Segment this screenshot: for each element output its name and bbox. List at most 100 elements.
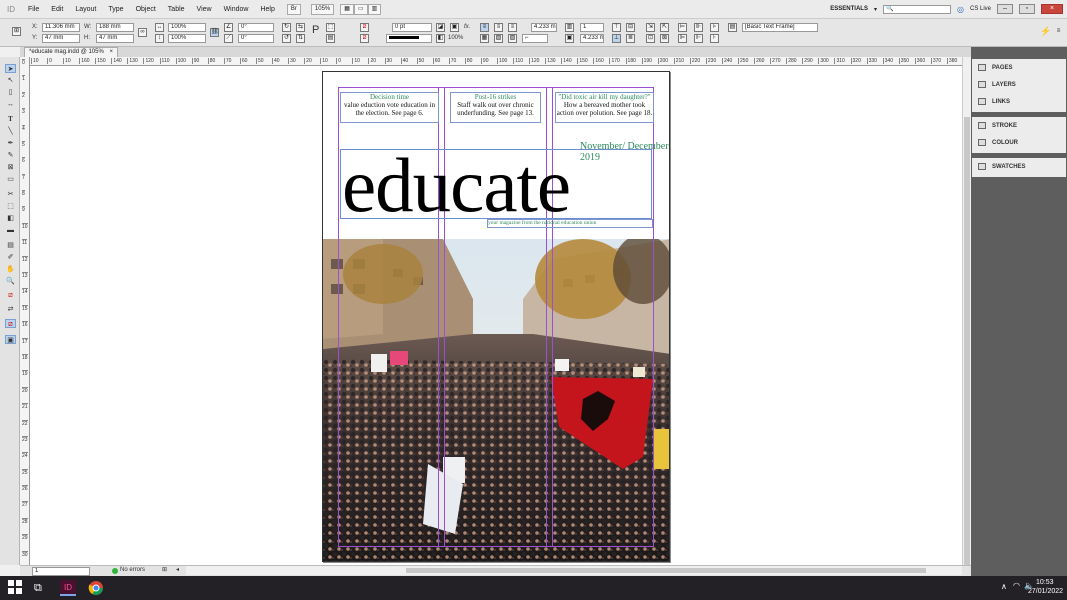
- opacity-field[interactable]: 100%: [448, 34, 463, 43]
- maximize-button[interactable]: ▫: [1019, 4, 1035, 14]
- task-view-icon[interactable]: ⧉: [34, 580, 50, 596]
- cs-live-label[interactable]: CS Live: [970, 6, 991, 12]
- h-field[interactable]: 47 mm: [96, 34, 134, 43]
- inset-field[interactable]: 4.233 m: [580, 34, 604, 43]
- rectangle-tool-icon[interactable]: ▭: [5, 175, 16, 184]
- columns-field[interactable]: 1: [580, 23, 604, 32]
- page-number-field[interactable]: 1: [32, 567, 90, 576]
- free-transform-tool-icon[interactable]: ⬚: [5, 202, 16, 211]
- align-5-icon[interactable]: ⊦: [710, 34, 719, 43]
- hand-tool-icon[interactable]: ✋: [5, 265, 16, 274]
- preflight-status[interactable]: No errors: [120, 566, 145, 575]
- align-objects-icon[interactable]: ⊨: [678, 23, 687, 32]
- issue-date[interactable]: November/ December 2019: [580, 141, 669, 163]
- align-4-icon[interactable]: ⊧: [710, 23, 719, 32]
- zoom-level[interactable]: 105%: [310, 3, 335, 15]
- note-tool-icon[interactable]: ▤: [5, 241, 16, 250]
- select-container-icon[interactable]: ⬚: [326, 23, 335, 32]
- align-left-icon[interactable]: ≡: [480, 23, 489, 32]
- vertical-scrollbar[interactable]: [962, 57, 971, 572]
- reference-point-icon[interactable]: ⊞: [12, 27, 21, 36]
- masthead-title[interactable]: educate: [342, 147, 571, 224]
- vertical-ruler[interactable]: 0 1 2 3 4 5 6 7 8 9 10 11 12 13 14 15 16 17 18 19 20 21 22 23 24…: [20, 57, 30, 565]
- vertical-scroll-thumb[interactable]: [964, 117, 970, 572]
- view-options-button[interactable]: ▦: [340, 3, 354, 15]
- align-2-icon[interactable]: ⊪: [694, 23, 703, 32]
- panel-menu-icon[interactable]: ≡: [1054, 28, 1063, 37]
- panel-pages[interactable]: PAGES: [972, 59, 1066, 76]
- center-content-icon[interactable]: ⊡: [646, 34, 655, 43]
- panel-layers[interactable]: LAYERS: [972, 76, 1066, 93]
- document-tab[interactable]: *educate mag.indd @ 105% ×: [24, 47, 118, 57]
- indesign-taskbar-icon[interactable]: ID: [60, 580, 76, 596]
- flip-horizontal-icon[interactable]: ⇆: [296, 23, 305, 32]
- selection-tool-icon[interactable]: ➤: [5, 64, 16, 73]
- flip-vertical-icon[interactable]: ⇅: [296, 34, 305, 43]
- teaser-frame-2[interactable]: Post-16 strikes Staff walk out over chro…: [450, 92, 541, 123]
- line-tool-icon[interactable]: ╲: [5, 127, 16, 136]
- stroke-weight-field[interactable]: 0 pt: [392, 23, 432, 32]
- constrain-proportions-icon[interactable]: ∞: [138, 28, 147, 37]
- screen-mode-button[interactable]: ▭: [353, 3, 368, 15]
- gradient-swatch-tool-icon[interactable]: ◧: [5, 214, 16, 223]
- apply-none-icon[interactable]: ⧄: [5, 319, 16, 328]
- teaser-frame-1[interactable]: Decision time value eduction vote educat…: [340, 92, 439, 123]
- preflight-menu-icon[interactable]: ⊞: [162, 566, 167, 575]
- scroll-left-icon[interactable]: ◂: [176, 566, 179, 575]
- menu-type[interactable]: Type: [102, 6, 129, 13]
- panel-colour[interactable]: COLOUR: [972, 134, 1066, 151]
- page-tool-icon[interactable]: ▯: [5, 88, 16, 97]
- bridge-button[interactable]: Br: [286, 3, 301, 15]
- text-wrap-icon[interactable]: ▦: [480, 34, 489, 43]
- swap-fill-stroke-icon[interactable]: ⇄: [5, 305, 16, 314]
- scissors-tool-icon[interactable]: ✂: [5, 190, 16, 199]
- menu-file[interactable]: File: [22, 6, 45, 13]
- menu-table[interactable]: Table: [162, 6, 191, 13]
- gradient-feather-tool-icon[interactable]: ▬: [5, 226, 16, 235]
- tagline[interactable]: your magazine from the national educatio…: [488, 220, 596, 226]
- horizontal-scrollbar[interactable]: [186, 566, 962, 575]
- arrange-button[interactable]: ▥: [367, 3, 382, 15]
- panel-links[interactable]: LINKS: [972, 93, 1066, 110]
- search-input[interactable]: 🔍: [883, 4, 951, 14]
- horizontal-ruler[interactable]: 10 0 10 160 150 140 130 120 110 100 90 80 70 60 50 40 30…: [30, 57, 962, 66]
- quick-apply-icon[interactable]: ⚡: [1040, 27, 1051, 37]
- align-right-icon[interactable]: ≡: [508, 23, 517, 32]
- scale-y-field[interactable]: 100%: [168, 34, 206, 43]
- select-content-icon[interactable]: ▤: [326, 34, 335, 43]
- effects-icon[interactable]: ▣: [450, 23, 459, 32]
- teaser-frame-3[interactable]: "Did toxic air kill my daughter?" How a …: [555, 92, 654, 123]
- panel-stroke[interactable]: STROKE: [972, 117, 1066, 134]
- windows-start-icon[interactable]: [8, 580, 24, 596]
- rectangle-frame-tool-icon[interactable]: ⊠: [5, 163, 16, 172]
- w-field[interactable]: 188 mm: [96, 23, 134, 32]
- normal-mode-icon[interactable]: ▣: [5, 335, 16, 344]
- vertical-justify-bottom-icon[interactable]: ⊥: [612, 34, 621, 43]
- distribute-objects-icon[interactable]: ⊫: [678, 34, 687, 43]
- minimize-button[interactable]: –: [997, 4, 1013, 14]
- gap-tool-icon[interactable]: ↔: [5, 100, 16, 109]
- stroke-type-field[interactable]: [386, 34, 432, 43]
- y-field[interactable]: 47 mm: [42, 34, 80, 43]
- corner-field[interactable]: ⌐: [522, 34, 548, 43]
- panel-swatches[interactable]: SWATCHES: [972, 158, 1066, 175]
- text-wrap-2-icon[interactable]: ▧: [494, 34, 503, 43]
- tray-chevron-icon[interactable]: ∧: [1001, 582, 1007, 591]
- close-tab-icon[interactable]: ×: [109, 49, 113, 55]
- object-style-field[interactable]: [Basic Text Frame]: [742, 23, 818, 32]
- x-field[interactable]: 11.306 mm: [42, 23, 80, 32]
- direct-selection-tool-icon[interactable]: ↖: [5, 76, 16, 85]
- document-page[interactable]: Decision time value eduction vote educat…: [322, 71, 670, 562]
- wifi-icon[interactable]: ◠: [1013, 581, 1020, 590]
- workspace-switcher[interactable]: ESSENTIALS: [830, 6, 868, 12]
- rotate-cw-icon[interactable]: ↻: [282, 23, 291, 32]
- gutter-field[interactable]: 4.233 mm: [531, 23, 557, 32]
- fill-swatch-icon[interactable]: ⧄: [360, 23, 369, 32]
- fit-frame-icon[interactable]: ⇱: [660, 23, 669, 32]
- align-center-icon[interactable]: ≡: [494, 23, 503, 32]
- shear-field[interactable]: 0°: [238, 34, 274, 43]
- menu-window[interactable]: Window: [218, 6, 255, 13]
- type-tool-icon[interactable]: T: [5, 115, 16, 124]
- rotate-ccw-icon[interactable]: ↺: [282, 34, 291, 43]
- fit-content-icon[interactable]: ⇲: [646, 23, 655, 32]
